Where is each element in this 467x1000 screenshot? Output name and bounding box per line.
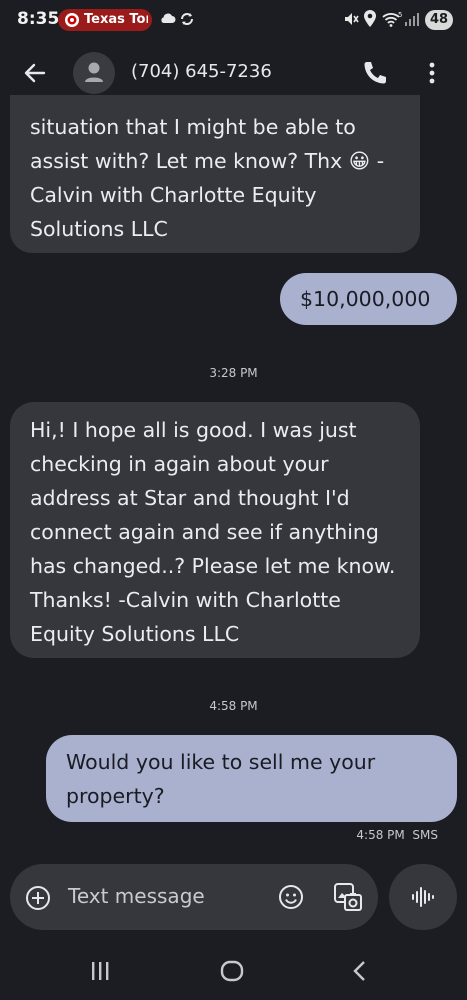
message-line: connect again and see if anything	[30, 520, 379, 544]
more-options-icon[interactable]	[424, 59, 440, 87]
message-line: Calvin with Charlotte Equity	[30, 183, 317, 207]
message-line: Equity Solutions LLC	[30, 622, 240, 646]
message-line: $10,000,000	[300, 287, 431, 311]
wifi-icon: 5	[382, 11, 402, 27]
target-icon	[65, 13, 79, 27]
message-line: assist with? Let me know? Thx 😀 -	[30, 149, 385, 173]
phone-icon[interactable]	[361, 59, 389, 87]
mute-icon	[345, 13, 359, 25]
message-line: situation that I might be able to	[30, 115, 356, 139]
message-line: has changed..? Please let me know.	[30, 554, 396, 578]
notification-pill[interactable]: Texas Tor	[58, 9, 152, 31]
contact-name[interactable]: (704) 645-7236	[131, 61, 272, 82]
message-line: Thanks! -Calvin with Charlotte	[30, 588, 341, 612]
outgoing-message[interactable]: Would you like to sell me your property?	[46, 735, 457, 822]
battery-indicator: 48	[425, 10, 453, 30]
message-line: Hi,! I hope all is good. I was just	[30, 418, 357, 442]
emoji-icon[interactable]	[278, 884, 304, 910]
message-line: address at Star and thought I'd	[30, 486, 350, 510]
message-input[interactable]: Text message	[68, 884, 205, 908]
message-line: Would you like to sell me your	[66, 750, 376, 774]
avatar[interactable]	[73, 52, 115, 94]
incoming-message[interactable]: Hi,! I hope all is good. I was just chec…	[10, 402, 420, 658]
back-arrow-icon[interactable]	[20, 58, 50, 88]
waveform-icon	[412, 887, 434, 907]
nav-back-icon[interactable]	[352, 960, 368, 982]
message-line: property?	[66, 784, 165, 808]
navigation-bar	[0, 940, 467, 1000]
location-icon	[364, 10, 376, 27]
message-status: 4:58 PM SMS	[356, 828, 438, 842]
status-bar: 8:35 Texas Tor 5 48	[0, 0, 467, 40]
gallery-icon[interactable]	[333, 882, 363, 912]
person-icon	[85, 62, 103, 82]
signal-icon	[405, 13, 419, 26]
cloud-icon	[161, 13, 176, 24]
voice-message-button[interactable]	[389, 864, 457, 930]
compose-bar: Text message	[10, 864, 378, 930]
wifi-badge: 5	[398, 11, 402, 19]
message-line: Solutions LLC	[30, 217, 168, 241]
add-icon[interactable]	[25, 885, 51, 911]
incoming-message[interactable]: situation that I might be able to assist…	[10, 95, 420, 253]
message-line: checking in again about your	[30, 452, 329, 476]
timestamp: 4:58 PM	[209, 699, 258, 713]
notification-label: Texas Tor	[84, 12, 148, 27]
recents-icon[interactable]	[90, 962, 110, 980]
status-time: 8:35	[17, 9, 60, 29]
timestamp: 3:28 PM	[209, 366, 258, 380]
home-icon[interactable]	[220, 960, 244, 982]
outgoing-message[interactable]: $10,000,000	[280, 273, 457, 325]
sync-icon	[181, 13, 193, 25]
